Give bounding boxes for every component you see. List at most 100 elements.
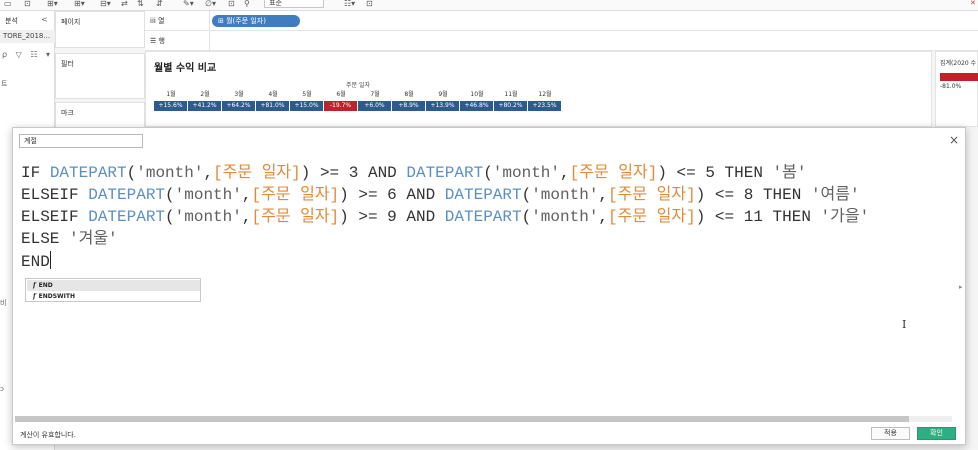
filters-card[interactable]: 필터 [55,53,145,99]
text-caret [49,251,51,269]
result-string: '여름' [810,186,860,204]
swap-icon[interactable]: ⇄ [121,0,128,8]
field-reference: [주문 일자] [569,164,658,182]
show-me-icon[interactable]: ☷▾ [344,0,355,8]
clear-icon[interactable]: ⊟▾ [100,0,111,8]
pane-label: ɔ [0,385,4,393]
code-line-3: ELSEIF DATEPART('month',[주문 일자]) >= 9 AN… [21,206,869,228]
function-datepart: DATEPART [406,164,484,182]
value-bar[interactable]: +15.6% [154,101,187,111]
sort-desc-icon[interactable]: ⇵ [156,0,163,8]
field-reference: [주문 일자] [608,208,696,226]
month-header: 12월 [538,91,552,98]
calculation-name-input[interactable] [19,134,143,148]
field-reference: [주문 일자] [213,164,301,182]
result-string: '겨울' [69,230,118,248]
rows-shelf-label: ☰ 행 [150,37,165,45]
comma: , [560,164,570,182]
autocomplete-item-label: END [38,282,53,289]
group-icon[interactable]: ∅▾ [205,0,216,8]
value-bar[interactable]: +46.8% [460,101,493,111]
value-bar[interactable]: -19.7% [324,101,357,111]
marks-card-title: 마크 [61,109,74,117]
code-line-4: ELSE '겨울' [21,228,118,250]
month-header: 7월 [370,91,380,98]
operator: ) >= 6 AND [339,186,445,204]
pages-card[interactable]: 페이지 [55,11,145,48]
scrollbar-thumb[interactable] [15,416,909,422]
filters-card-title: 필터 [61,60,74,68]
shelves: iii 열 ⊞ 월(주문 일자) ☰ 행 [145,11,978,51]
expand-arrow-icon[interactable]: ▸ [959,283,963,291]
autocomplete-item-endswith[interactable]: f ENDSWITH [27,291,200,302]
value-bar[interactable]: +15.0% [290,101,323,111]
function-datepart: DATEPART [49,164,127,182]
operator: ) <= 8 THEN [695,186,811,204]
month-order-date-pill[interactable]: ⊞ 월(주문 일자) [212,15,300,27]
autocomplete-list: f END f ENDSWITH [25,278,201,302]
data-source-item[interactable]: TORE_2018... [0,30,55,43]
paren: ( [165,186,175,204]
labels-icon[interactable]: ⊡ [228,0,235,8]
string-literal: 'month' [531,186,599,204]
apply-button[interactable]: 적용 [871,427,910,440]
calculation-dialog: × IF DATEPART('month',[주문 일자]) >= 3 AND … [12,127,966,445]
value-bar[interactable]: +81.0% [256,101,289,111]
presentation-icon[interactable]: ⊡ [366,0,373,8]
month-header: 5월 [302,91,312,98]
viz-title: 월별 수익 비교 [154,63,217,74]
legend-color-swatch [940,73,978,81]
visualization-area: 월별 수익 비교 주문 일자 1월 2월 3월 4월 5월 6월 7월 8월 9월 10월 11월 1… [145,51,932,127]
comma: , [203,164,214,182]
value-bar[interactable]: +64.2% [222,101,255,111]
keyword-else: ELSE [21,230,70,248]
close-icon[interactable]: × [949,134,959,146]
save-icon[interactable]: ▭ [4,0,12,8]
keyword-if: IF [21,164,50,182]
month-header: 6월 [336,91,346,98]
legend-title: 집계(2020 수 [940,60,977,67]
value-bar[interactable]: +41.2% [188,101,221,111]
ibeam-cursor-icon: I [902,318,907,331]
string-literal: 'month' [136,164,204,182]
value-bar[interactable]: +8.9% [392,101,425,111]
value-bar[interactable]: +80.2% [494,101,527,111]
code-line-2: ELSEIF DATEPART('month',[주문 일자]) >= 6 AN… [21,184,860,206]
new-datasource-icon[interactable]: ⊡ [24,0,31,8]
pin-icon[interactable]: ⚲ [244,0,250,8]
columns-shelf-label: iii 열 [150,17,165,25]
month-header: 3월 [234,91,244,98]
operator: ) >= 9 AND [339,208,445,226]
value-bar[interactable]: +23.5% [528,101,561,111]
sort-asc-icon[interactable]: ⇅ [137,0,144,8]
keyword-end: END [21,253,50,271]
duplicate-icon[interactable]: ⊞▾ [74,0,85,8]
string-literal: 'month' [174,208,242,226]
code-line-5: END [21,251,51,273]
autocomplete-item-end[interactable]: f END [27,280,200,291]
string-literal: 'month' [174,186,242,204]
new-worksheet-icon[interactable]: ⊞▾ [47,0,58,8]
function-icon: f [33,282,36,289]
operator: ) <= 5 THEN [657,164,773,182]
highlight-icon[interactable]: ✎▾ [183,0,194,8]
string-literal: 'month' [492,164,561,182]
month-header: 8월 [404,91,414,98]
value-bar[interactable]: +6.0% [358,101,391,111]
rows-shelf[interactable]: ☰ 행 [145,31,978,51]
toolbar: ▭ ⊡ ⊞▾ ⊞▾ ⊟▾ ⇄ ⇅ ⇵ ✎▾ ∅▾ ⊡ ⚲ 표준 ☷▾ ⊡ ✕ [0,0,978,11]
pane-tools-icons[interactable]: ρ ▽ ☷ ▾ [2,50,53,59]
close-icon-red[interactable]: ✕ [970,0,978,7]
operator: ) <= 11 THEN [695,208,821,226]
value-bar[interactable]: +13.9% [426,101,459,111]
function-datepart: DATEPART [88,208,166,226]
horizontal-scrollbar[interactable] [15,416,952,422]
fit-select[interactable]: 표준 [264,0,324,8]
columns-shelf[interactable]: iii 열 ⊞ 월(주문 일자) [145,11,978,31]
collapse-icon[interactable]: < [41,15,48,24]
function-datepart: DATEPART [444,186,522,204]
ok-button[interactable]: 확인 [917,427,956,440]
string-literal: 'month' [531,208,599,226]
month-header: 11월 [504,91,518,98]
pane-label: 트 [1,80,8,88]
